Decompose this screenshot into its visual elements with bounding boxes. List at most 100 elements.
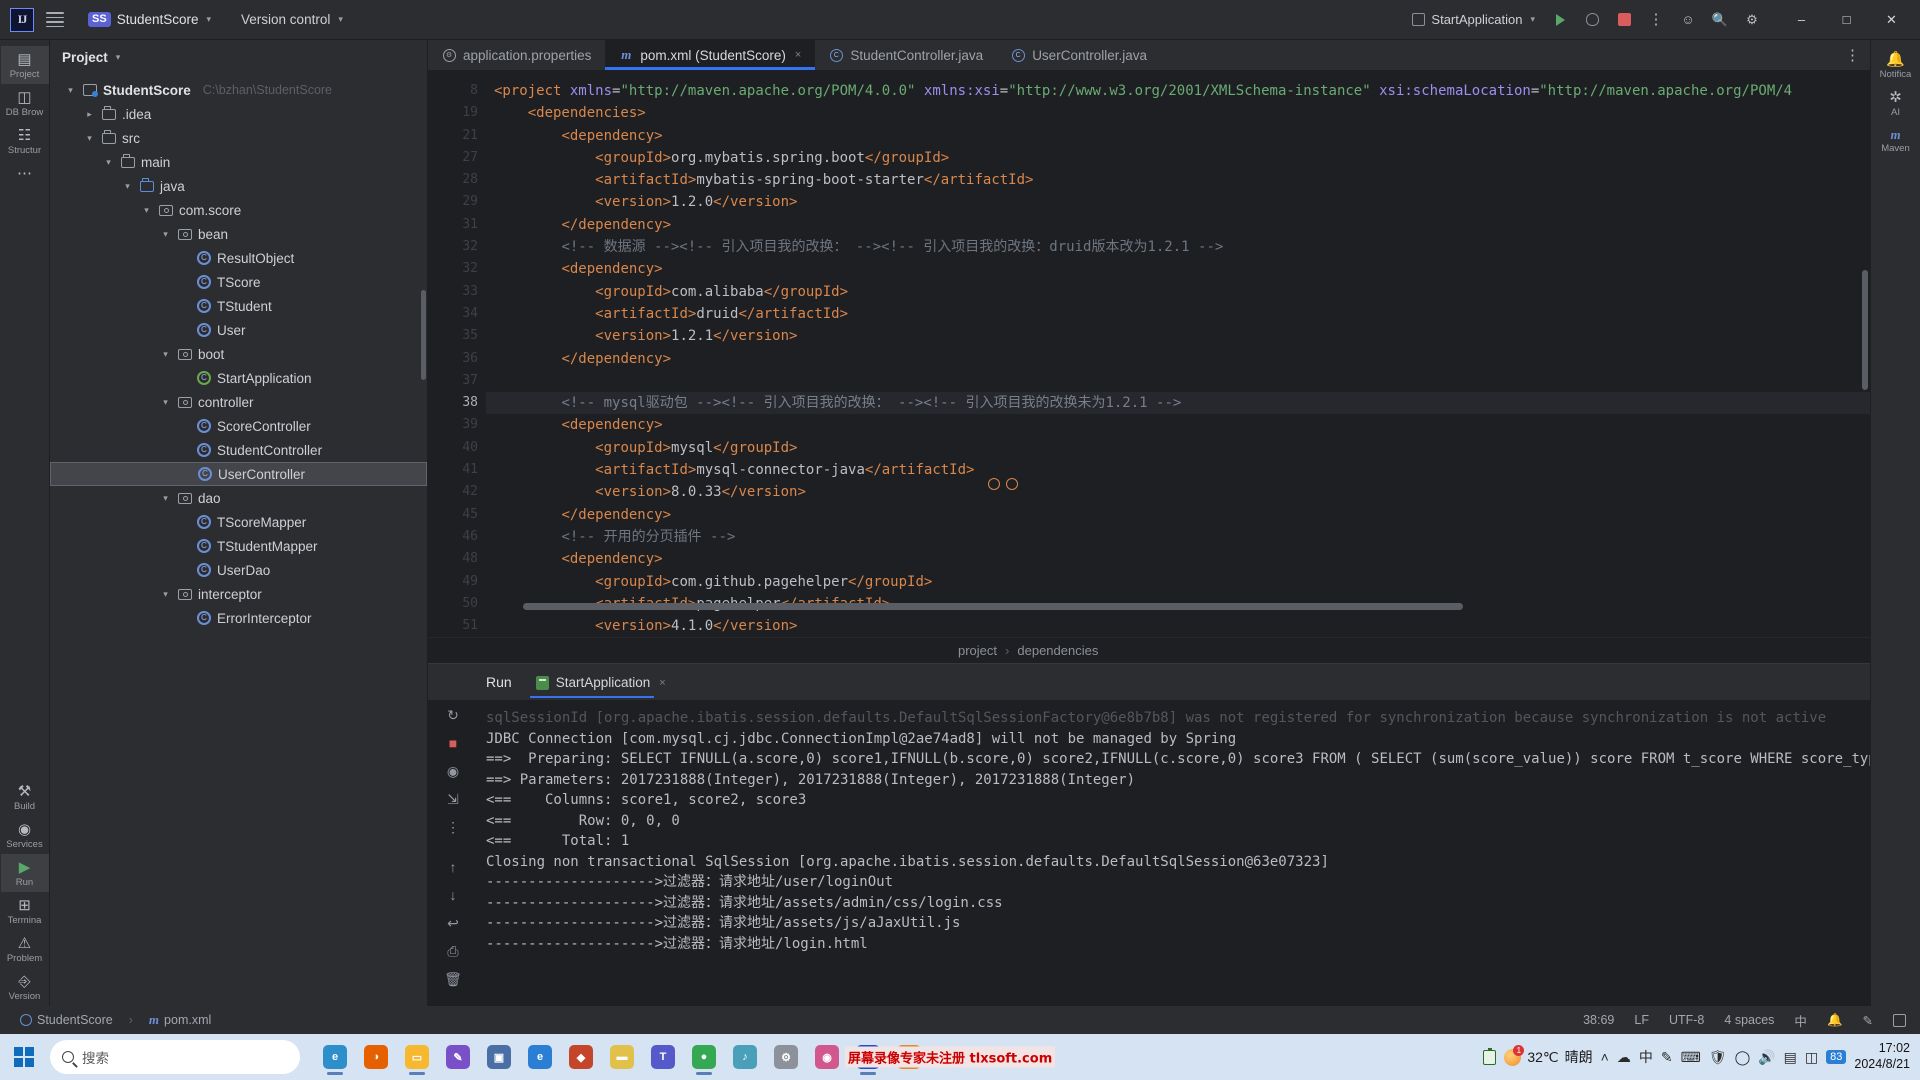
code-line[interactable]: <groupId>com.github.pagehelper</groupId> bbox=[486, 571, 1870, 593]
code-line[interactable]: <artifactId>mysql-connector-java</artifa… bbox=[486, 459, 1870, 481]
editor-vertical-scrollbar[interactable] bbox=[1862, 270, 1868, 390]
code-content[interactable]: <project xmlns="http://maven.apache.org/… bbox=[486, 70, 1870, 637]
run-tab-startapplication[interactable]: StartApplication × bbox=[529, 666, 672, 699]
tree-node[interactable]: C ErrorInterceptor bbox=[50, 606, 427, 630]
rail-item-problems[interactable]: ⚠ Problem bbox=[1, 930, 49, 968]
chevron-down-icon[interactable]: ▾ bbox=[102, 157, 115, 168]
tree-node[interactable]: C TScore bbox=[50, 270, 427, 294]
more-actions-icon[interactable]: ⋮ bbox=[1641, 6, 1671, 34]
up-arrow-icon[interactable]: ↑ bbox=[450, 860, 457, 874]
code-line[interactable]: <artifactId>druid</artifactId> bbox=[486, 303, 1870, 325]
project-tree[interactable]: ▾ StudentScore C:\bzhan\StudentScore ▸ .idea… bbox=[50, 74, 427, 1006]
code-line[interactable]: <dependency> bbox=[486, 258, 1870, 280]
rail-item-build[interactable]: ⚒ Build bbox=[1, 778, 49, 816]
chevron-down-icon[interactable]: ▾ bbox=[159, 229, 172, 240]
tree-node[interactable]: C TScoreMapper bbox=[50, 510, 427, 534]
chevron-down-icon[interactable]: ▾ bbox=[83, 133, 96, 144]
stop-button[interactable] bbox=[1609, 6, 1639, 34]
close-button[interactable]: ✕ bbox=[1869, 1, 1914, 39]
stop-icon[interactable]: ■ bbox=[449, 736, 457, 750]
close-icon[interactable]: × bbox=[659, 677, 665, 689]
code-line[interactable]: <!-- 开用的分页插件 --> bbox=[486, 526, 1870, 548]
code-line[interactable]: <version>4.1.0</version> bbox=[486, 615, 1870, 637]
version-control-menu[interactable]: Version control ▾ bbox=[231, 9, 353, 30]
code-line[interactable]: <dependency> bbox=[486, 414, 1870, 436]
code-line[interactable]: <!-- mysql驱动包 --><!-- 引入项目我的改换： --><!-- … bbox=[486, 392, 1870, 415]
tree-node[interactable]: C TStudentMapper bbox=[50, 534, 427, 558]
usb-icon[interactable] bbox=[1483, 1047, 1497, 1065]
volume-icon[interactable]: 🔊 bbox=[1758, 1049, 1775, 1066]
line-separator[interactable]: LF bbox=[1626, 1011, 1657, 1029]
office-icon[interactable]: ◆ bbox=[562, 1037, 600, 1077]
project-tree-scrollbar[interactable] bbox=[421, 290, 426, 380]
breadcrumb-dependencies[interactable]: dependencies bbox=[1017, 643, 1098, 658]
breadcrumb-project[interactable]: project bbox=[958, 643, 997, 658]
maven-dependency-icon[interactable] bbox=[1006, 478, 1018, 490]
editor-tab-overflow[interactable]: ⋮ bbox=[1845, 40, 1870, 70]
taskbar-clock[interactable]: 17:02 2024/8/21 bbox=[1854, 1041, 1910, 1072]
monitor-icon[interactable]: ▤ bbox=[1784, 1049, 1797, 1066]
camera-icon[interactable]: ▣ bbox=[480, 1037, 518, 1077]
main-menu-icon[interactable] bbox=[42, 7, 68, 33]
run-button[interactable] bbox=[1545, 6, 1575, 34]
rail-item-ai-assistant[interactable]: ✲ AI bbox=[1872, 84, 1920, 122]
rail-item-run[interactable]: ▶ Run bbox=[0, 854, 49, 893]
pink-app-icon[interactable]: ◉ bbox=[808, 1037, 846, 1077]
chevron-down-icon[interactable]: ▾ bbox=[159, 349, 172, 360]
tree-node[interactable]: C TStudent bbox=[50, 294, 427, 318]
code-line[interactable]: </dependency> bbox=[486, 214, 1870, 236]
cloud-icon[interactable]: ☁ bbox=[1617, 1049, 1631, 1066]
memory-indicator[interactable] bbox=[1885, 1012, 1914, 1029]
code-line[interactable]: <dependency> bbox=[486, 548, 1870, 570]
shield-icon[interactable]: 🛡 bbox=[1709, 1049, 1727, 1066]
pen-icon[interactable]: ✎ bbox=[1661, 1049, 1673, 1066]
print-icon[interactable]: ⎙ bbox=[447, 944, 458, 958]
tree-node[interactable]: ▾ com.score bbox=[50, 198, 427, 222]
taskbar-search-input[interactable]: 搜索 bbox=[50, 1040, 300, 1074]
tray-expand-icon[interactable]: ˄ bbox=[1601, 1049, 1609, 1065]
network-icon[interactable]: ◯ bbox=[1735, 1049, 1751, 1066]
chevron-down-icon[interactable]: ▾ bbox=[140, 205, 153, 216]
tree-node[interactable]: ▾ java bbox=[50, 174, 427, 198]
tree-node[interactable]: C StartApplication bbox=[50, 366, 427, 390]
code-editor[interactable]: 8 19 21 27 28 29 31 32 32 33 34 35 36 37 38 39 40 41 42 45 4… bbox=[428, 70, 1870, 638]
trash-icon[interactable]: 🗑 bbox=[444, 972, 462, 986]
rerun-icon[interactable]: ↻ bbox=[447, 708, 459, 722]
rail-item-project[interactable]: ▤ Project bbox=[0, 46, 49, 84]
rail-item-version-control[interactable]: ⎆ Version bbox=[1, 968, 49, 1006]
rail-item-maven[interactable]: m Maven bbox=[1872, 122, 1920, 158]
teams-icon[interactable]: T bbox=[644, 1037, 682, 1077]
windows-start-icon[interactable] bbox=[4, 1037, 44, 1077]
editor-tab[interactable]: m pom.xml (StudentScore) × bbox=[605, 40, 816, 70]
file-encoding[interactable]: UTF-8 bbox=[1661, 1011, 1712, 1029]
note-icon[interactable]: ▬ bbox=[603, 1037, 641, 1077]
code-line[interactable]: <project xmlns="http://maven.apache.org/… bbox=[486, 80, 1870, 102]
code-line[interactable]: <groupId>com.alibaba</groupId> bbox=[486, 281, 1870, 303]
chevron-down-icon[interactable]: ▾ bbox=[64, 85, 77, 96]
search-icon[interactable]: 🔍 bbox=[1705, 6, 1735, 34]
rail-item-structure[interactable]: ☷ Structur bbox=[1, 122, 49, 160]
tree-node[interactable]: ▾ dao bbox=[50, 486, 427, 510]
weather-widget[interactable]: 32℃ 晴朗 bbox=[1504, 1044, 1593, 1067]
tree-node[interactable]: ▾ main bbox=[50, 150, 427, 174]
code-line[interactable]: </dependency> bbox=[486, 504, 1870, 526]
export-icon[interactable]: ⇲ bbox=[447, 792, 459, 806]
down-arrow-icon[interactable]: ↓ bbox=[450, 888, 457, 902]
camera-icon[interactable]: ◉ bbox=[447, 764, 459, 778]
status-file-name[interactable]: m pom.xml bbox=[141, 1010, 219, 1030]
code-line[interactable]: <groupId>mysql</groupId> bbox=[486, 437, 1870, 459]
battery-icon[interactable]: ◫ bbox=[1805, 1049, 1818, 1066]
chevron-down-icon[interactable]: ▾ bbox=[116, 52, 121, 63]
tree-node[interactable]: ▾ controller bbox=[50, 390, 427, 414]
tree-node[interactable]: C UserController bbox=[50, 462, 427, 486]
chevron-down-icon[interactable]: ▾ bbox=[159, 493, 172, 504]
ime-chinese-indicator[interactable]: 中 bbox=[1639, 1047, 1653, 1067]
tree-node[interactable]: C ScoreController bbox=[50, 414, 427, 438]
ie-icon[interactable]: e bbox=[521, 1037, 559, 1077]
account-icon[interactable]: ☺ bbox=[1673, 6, 1703, 34]
tree-node[interactable]: ▾ boot bbox=[50, 342, 427, 366]
tree-node[interactable]: C ResultObject bbox=[50, 246, 427, 270]
editor-horizontal-scrollbar[interactable] bbox=[523, 603, 1463, 611]
edge-icon[interactable]: e bbox=[316, 1037, 354, 1077]
rail-item-db-browser[interactable]: ◫ DB Brow bbox=[1, 84, 49, 122]
